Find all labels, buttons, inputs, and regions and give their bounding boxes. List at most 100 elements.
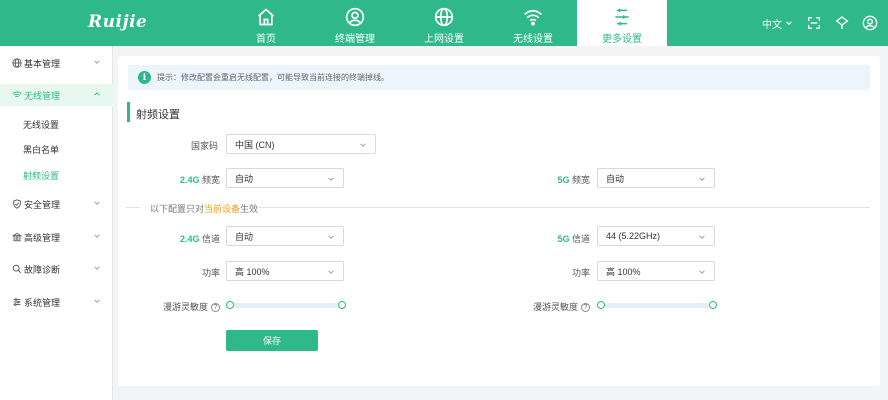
- sidebar-item-advanced[interactable]: 高级管理: [0, 226, 113, 248]
- chevron-down-icon: [699, 235, 705, 239]
- power-24g-value: 高 100%: [235, 266, 270, 277]
- channel-24g-value: 自动: [235, 231, 254, 242]
- divider-text-b: 生效: [240, 204, 259, 214]
- roaming-24g-label-text: 漫游灵敏度: [162, 302, 208, 312]
- band-5g-tag: 5G: [557, 175, 570, 185]
- roaming-5g-label: 漫游灵敏度?: [518, 300, 590, 313]
- country-code-label: 国家码: [190, 141, 218, 151]
- chevron-down-icon: [328, 177, 334, 181]
- nav-home-label: 首页: [256, 34, 276, 45]
- sidebar-sub-wireless-settings[interactable]: 无线设置: [0, 113, 113, 135]
- sidebar-item-label: 高级管理: [24, 232, 61, 243]
- divider-text-a: 以下配置只对: [150, 204, 205, 214]
- ruijie-logo[interactable]: Ruijie: [88, 12, 147, 32]
- save-button[interactable]: 保存: [226, 330, 318, 351]
- country-code-value: 中国 (CN): [235, 139, 275, 150]
- mesh-button[interactable]: [834, 0, 850, 46]
- help-icon[interactable]: ?: [581, 303, 590, 313]
- nav-wireless-settings[interactable]: 无线设置: [488, 0, 578, 46]
- bandwidth-24g-select[interactable]: 自动: [226, 168, 344, 188]
- bandwidth-5g-label-text: 频宽: [569, 175, 590, 185]
- nav-internet-settings[interactable]: 上网设置: [399, 0, 489, 46]
- help-icon[interactable]: ?: [211, 303, 220, 313]
- radio-settings-panel: i 提示：修改配置会重启无线配置，可能导致当前连接的终端掉线。 射频设置 国家码…: [118, 56, 880, 386]
- divider-text-highlight: 当前设备: [204, 204, 241, 214]
- channel-5g-value: 44 (5.22GHz): [606, 231, 661, 241]
- power-5g-label: 功率: [571, 268, 590, 278]
- nav-more-settings[interactable]: 更多设置: [577, 0, 667, 46]
- country-code-select[interactable]: 中国 (CN): [226, 134, 376, 154]
- roaming-5g-label-text: 漫游灵敏度: [532, 302, 578, 312]
- slider-min-dot[interactable]: ·: [597, 301, 605, 309]
- chevron-down-icon: [94, 299, 100, 303]
- divider-line-left: [126, 207, 140, 208]
- sidebar: 基本管理 无线管理 无线设置 黑白名单 射频设置 安全管理 高级管理 故障诊断 …: [0, 46, 113, 400]
- bank-icon: [12, 232, 22, 242]
- nav-terminal-label: 终端管理: [335, 34, 375, 45]
- globe-icon: [434, 7, 454, 27]
- power-5g-select[interactable]: 高 100%: [597, 261, 715, 281]
- wifi-icon: [12, 91, 22, 98]
- nav-wireless-label: 无线设置: [513, 34, 553, 45]
- sidebar-item-label: 系统管理: [24, 297, 61, 308]
- bandwidth-5g-value: 自动: [606, 173, 625, 184]
- section-title: 射频设置: [136, 109, 180, 121]
- channel-5g-select[interactable]: 44 (5.22GHz): [597, 226, 715, 246]
- sidebar-sub-blacklist[interactable]: 黑白名单: [0, 138, 113, 160]
- wifi-icon: [524, 9, 542, 26]
- roaming-24g-slider[interactable]: · ·: [226, 300, 346, 310]
- qr-code-button[interactable]: [806, 0, 822, 46]
- chevron-down-icon: [94, 266, 100, 270]
- language-selector[interactable]: 中文: [762, 0, 793, 46]
- sidebar-sub-label: 射频设置: [23, 170, 60, 181]
- section-accent-bar: [127, 102, 130, 122]
- sliders-icon: [615, 8, 629, 26]
- sidebar-item-label: 基本管理: [24, 58, 61, 69]
- channel-24g-label-text: 信道: [199, 234, 220, 244]
- nav-internet-label: 上网设置: [424, 34, 464, 45]
- sidebar-item-system[interactable]: 系统管理: [0, 291, 113, 313]
- sidebar-item-diagnostics[interactable]: 故障诊断: [0, 258, 113, 280]
- chevron-down-icon: [360, 143, 366, 147]
- bandwidth-24g-value: 自动: [235, 173, 254, 184]
- roaming-5g-slider[interactable]: · ·: [597, 300, 717, 310]
- sidebar-sub-label: 无线设置: [23, 119, 60, 130]
- slider-min-dot[interactable]: ·: [226, 301, 234, 309]
- user-icon: [345, 7, 365, 27]
- power-24g-label: 功率: [201, 268, 220, 278]
- band-24g-tag: 2.4G: [179, 234, 200, 244]
- bandwidth-5g-select[interactable]: 自动: [597, 168, 715, 188]
- divider-text: 以下配置只对当前设备生效: [150, 202, 258, 215]
- chevron-down-icon: [328, 270, 334, 274]
- network-icon: [835, 16, 849, 29]
- sidebar-item-security[interactable]: 安全管理: [0, 193, 113, 215]
- sidebar-item-basic[interactable]: 基本管理: [0, 52, 113, 74]
- power-24g-select[interactable]: 高 100%: [226, 261, 344, 281]
- nav-terminal-management[interactable]: 终端管理: [310, 0, 400, 46]
- chevron-up-icon: [94, 92, 100, 96]
- top-navigation-bar: Ruijie 首页 终端管理 上网设置 无线设置 更多设置 中文: [0, 0, 888, 46]
- scan-icon: [808, 17, 820, 29]
- sidebar-item-label: 故障诊断: [24, 264, 61, 275]
- info-icon: i: [138, 71, 151, 84]
- sidebar-sub-radio-settings[interactable]: 射频设置: [0, 164, 113, 186]
- power-5g-value: 高 100%: [606, 266, 641, 277]
- tip-text: 提示：修改配置会重启无线配置，可能导致当前连接的终端掉线。: [157, 73, 389, 82]
- nav-home[interactable]: 首页: [221, 0, 311, 46]
- shield-icon: [13, 199, 21, 209]
- chevron-down-icon: [328, 235, 334, 239]
- slider-track: [233, 303, 339, 308]
- slider-max-dot[interactable]: ·: [338, 301, 346, 309]
- bandwidth-24g-label-text: 频宽: [199, 175, 220, 185]
- slider-max-dot[interactable]: ·: [709, 301, 717, 309]
- channel-24g-select[interactable]: 自动: [226, 226, 344, 246]
- sidebar-item-label: 无线管理: [24, 90, 61, 101]
- sidebar-item-label: 安全管理: [24, 199, 61, 210]
- magnifier-icon: [12, 264, 22, 274]
- account-button[interactable]: [862, 0, 878, 46]
- roaming-24g-label: 漫游灵敏度?: [148, 300, 220, 313]
- sidebar-item-wireless[interactable]: 无线管理: [0, 84, 113, 106]
- channel-5g-label-text: 信道: [569, 234, 590, 244]
- bandwidth-24g-label: 2.4G 频宽: [158, 173, 220, 186]
- chevron-down-icon: [94, 60, 100, 64]
